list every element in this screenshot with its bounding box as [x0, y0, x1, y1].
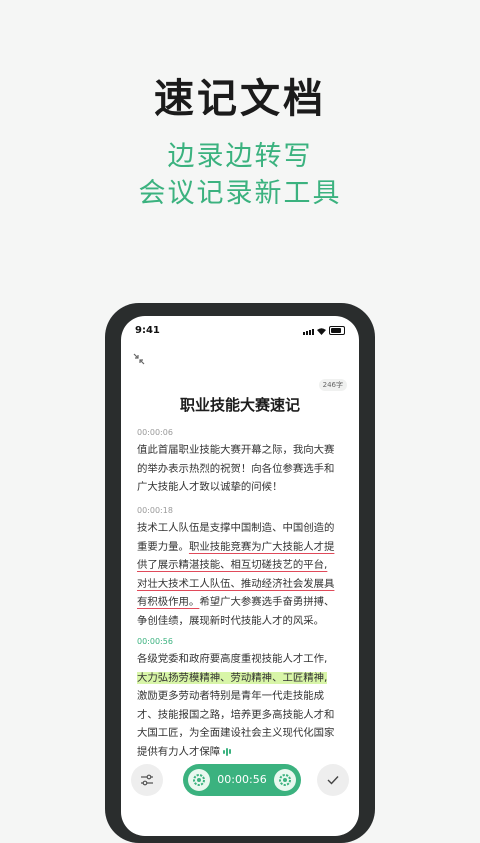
wifi-icon — [317, 328, 326, 335]
underlined-text[interactable]: 职业技能竞赛为广大技能人才提 — [189, 541, 334, 553]
check-icon — [327, 776, 339, 785]
transcript-paragraph: 00:00:06 值此首届职业技能大赛开幕之际，我向大赛 的举办表示热烈的祝贺！向… — [137, 428, 349, 497]
battery-icon — [329, 326, 345, 335]
recording-control-right[interactable] — [274, 769, 296, 791]
confirm-button[interactable] — [317, 764, 349, 796]
paragraph-timestamp: 00:00:18 — [137, 506, 173, 515]
paragraph-text: 技术工人队伍是支撑中国制造、中国创造的 重要力量。职业技能竞赛为广大技能人才提 供了… — [137, 522, 335, 627]
transcript-paragraph-active: 00:00:56 各级党委和政府要高度重视技能人才工作, 大力弘扬劳模精神、劳动精… — [137, 637, 349, 762]
underlined-text[interactable]: 有积极作用。 — [137, 596, 199, 608]
collapse-icon[interactable] — [133, 353, 145, 365]
highlighted-text[interactable]: 大力弘扬劳模精神、劳动精神、工匠精神, — [137, 671, 328, 684]
underlined-text[interactable]: 供了展示精湛技能、相互切磋技艺的平台, — [137, 559, 327, 571]
record-gear-icon — [279, 774, 291, 786]
signal-icon — [303, 329, 314, 335]
paragraph-text: 值此首届职业技能大赛开幕之际，我向大赛 的举办表示热烈的祝贺！向各位参赛选手和 广大… — [137, 444, 335, 494]
paragraph-timestamp: 00:00:56 — [137, 637, 173, 646]
underlined-text[interactable]: 对壮大技术工人队伍、推动经济社会发展具 — [137, 578, 334, 590]
paragraph-timestamp: 00:00:06 — [137, 428, 173, 437]
paragraph-text: 各级党委和政府要高度重视技能人才工作, 大力弘扬劳模精神、劳动精神、工匠精神, 激励… — [137, 653, 335, 758]
status-icons — [303, 326, 345, 335]
settings-button[interactable] — [131, 764, 163, 796]
word-count-badge: 246字 — [318, 379, 347, 391]
sliders-icon — [141, 774, 153, 786]
recording-pill[interactable]: 00:00:56 — [183, 764, 301, 796]
status-time: 9:41 — [135, 325, 160, 336]
hero-subtitle-line2: 会议记录新工具 — [138, 178, 342, 209]
phone-screen: 9:41 246字 职业技能大赛速记 00:00:06 值此首届职业技能大赛开幕… — [121, 316, 359, 836]
hero-title: 速记文档 — [154, 76, 326, 122]
live-waveform-icon — [223, 747, 232, 756]
transcript-paragraph: 00:00:18 技术工人队伍是支撑中国制造、中国创造的 重要力量。职业技能竞赛为… — [137, 506, 349, 631]
bottom-control-bar: 00:00:56 — [121, 764, 359, 804]
document-title: 职业技能大赛速记 — [179, 396, 300, 414]
hero-subtitle-line1: 边录边转写 — [167, 141, 313, 172]
